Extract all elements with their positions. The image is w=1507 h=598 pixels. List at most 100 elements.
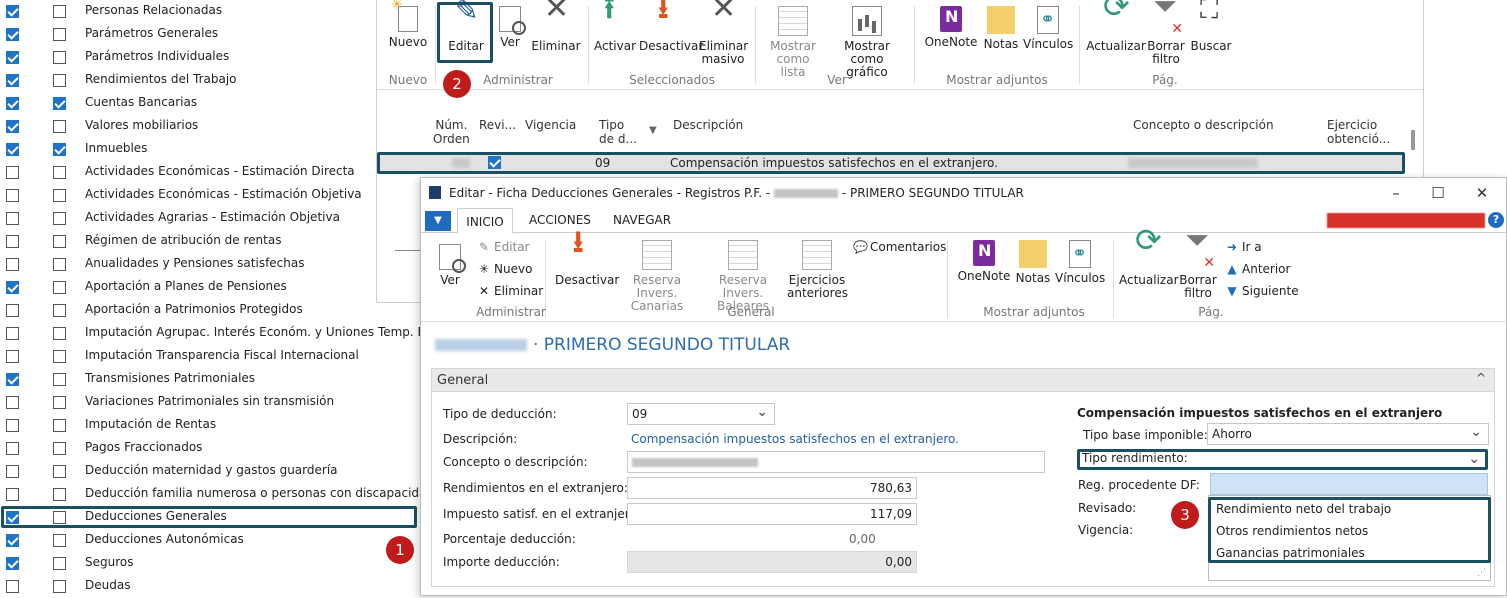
second-checkbox[interactable] <box>53 465 66 478</box>
include-checkbox[interactable] <box>6 143 19 156</box>
reg-df-field[interactable] <box>1210 473 1488 495</box>
search-button[interactable]: Buscar <box>1187 4 1235 53</box>
second-checkbox[interactable] <box>53 166 66 179</box>
list-item[interactable]: Imputación de Rentas <box>0 414 420 437</box>
new-button[interactable]: ✳ Nuevo <box>477 262 532 276</box>
include-checkbox[interactable] <box>6 465 19 478</box>
col-fiscal-year[interactable]: Ejercicio obtenció... <box>1327 118 1390 146</box>
delete-button[interactable]: Eliminar <box>529 2 583 53</box>
include-checkbox[interactable] <box>6 327 19 340</box>
list-item[interactable]: Cuentas Bancarias <box>0 92 420 115</box>
second-checkbox[interactable] <box>53 327 66 340</box>
include-checkbox[interactable] <box>6 419 19 432</box>
resize-grip-icon[interactable]: ⋰ <box>1477 568 1486 578</box>
include-checkbox[interactable] <box>6 5 19 18</box>
list-item[interactable]: Anualidades y Pensiones satisfechas <box>0 253 420 276</box>
include-checkbox[interactable] <box>6 557 19 570</box>
include-checkbox[interactable] <box>6 534 19 547</box>
sort-desc-icon[interactable]: ▼ <box>649 124 657 138</box>
list-item[interactable]: Inmuebles <box>0 138 420 161</box>
scrollbar-thumb[interactable] <box>1411 130 1415 150</box>
new-button[interactable]: Nuevo <box>385 0 431 49</box>
list-item[interactable]: Parámetros Generales <box>0 23 420 46</box>
list-item[interactable]: Deducción maternidad y gastos guardería <box>0 460 420 483</box>
list-item[interactable]: Rendimientos del Trabajo <box>0 69 420 92</box>
second-checkbox[interactable] <box>53 281 66 294</box>
second-checkbox[interactable] <box>53 235 66 248</box>
show-as-chart-button[interactable]: Mostrar como gráfico <box>827 6 907 79</box>
second-checkbox[interactable] <box>53 189 66 202</box>
activate-button[interactable]: Activar <box>593 2 637 53</box>
include-checkbox[interactable] <box>6 28 19 41</box>
second-checkbox[interactable] <box>53 74 66 87</box>
include-checkbox[interactable] <box>6 212 19 225</box>
list-item[interactable]: Deducción familia numerosa o personas co… <box>0 483 434 506</box>
close-button[interactable]: ✕ <box>1467 182 1497 204</box>
second-checkbox[interactable] <box>53 212 66 225</box>
reserve-baleares-button[interactable]: Reserva Invers. Baleares <box>703 240 783 313</box>
onenote-button[interactable]: OneNote <box>923 6 979 49</box>
second-checkbox[interactable] <box>53 373 66 386</box>
foreign-tax-input[interactable]: 117,09 <box>627 503 917 525</box>
include-checkbox[interactable] <box>6 373 19 386</box>
second-checkbox[interactable] <box>53 534 66 547</box>
collapse-icon[interactable]: ^ <box>1476 371 1486 385</box>
concept-input[interactable] <box>627 451 1045 473</box>
second-checkbox[interactable] <box>53 396 66 409</box>
col-description[interactable]: Descripción <box>673 118 743 132</box>
links-button[interactable]: Vínculos <box>1055 240 1105 285</box>
second-checkbox[interactable] <box>53 97 66 110</box>
notes-button[interactable]: Notas <box>1013 240 1053 285</box>
list-item[interactable]: Actividades Económicas - Estimación Obje… <box>0 184 420 207</box>
maximize-button[interactable]: ☐ <box>1423 182 1453 204</box>
include-checkbox[interactable] <box>6 235 19 248</box>
second-checkbox[interactable] <box>53 419 66 432</box>
second-checkbox[interactable] <box>53 120 66 133</box>
list-item[interactable]: Variaciones Patrimoniales sin transmisió… <box>0 391 420 414</box>
refresh-button[interactable]: Actualizar <box>1119 234 1179 287</box>
include-checkbox[interactable] <box>6 281 19 294</box>
deduction-type-select[interactable]: 09 <box>627 403 775 425</box>
include-checkbox[interactable] <box>6 304 19 317</box>
fasttab-general[interactable]: General ^ <box>431 368 1495 392</box>
include-checkbox[interactable] <box>6 258 19 271</box>
list-item[interactable]: Deudas <box>0 575 420 598</box>
clear-filter-button[interactable]: Borrar filtro <box>1179 234 1217 300</box>
list-item[interactable]: Imputación Agrupac. Interés Económ. y Un… <box>0 322 476 345</box>
refresh-button[interactable]: Actualizar <box>1085 0 1147 53</box>
include-checkbox[interactable] <box>6 51 19 64</box>
list-item[interactable]: Actividades Agrarias - Estimación Objeti… <box>0 207 420 230</box>
col-revised[interactable]: Revi... <box>479 118 516 132</box>
include-checkbox[interactable] <box>6 189 19 202</box>
second-checkbox[interactable] <box>53 488 66 501</box>
onenote-button[interactable]: OneNote <box>957 240 1011 283</box>
links-button[interactable]: Vínculos <box>1023 6 1073 51</box>
col-validity[interactable]: Vigencia <box>525 118 576 132</box>
reserve-canarias-button[interactable]: Reserva Invers. Canarias <box>617 240 697 313</box>
list-item[interactable]: Personas Relacionadas <box>0 0 420 23</box>
include-checkbox[interactable] <box>6 74 19 87</box>
foreign-income-input[interactable]: 780,63 <box>627 477 917 499</box>
delete-button[interactable]: ✕ Eliminar <box>477 284 543 298</box>
goto-button[interactable]: ➜ Ir a <box>1225 240 1262 254</box>
notes-button[interactable]: Notas <box>981 6 1021 51</box>
show-as-list-button[interactable]: Mostrar como lista <box>763 6 823 79</box>
second-checkbox[interactable] <box>53 5 66 18</box>
include-checkbox[interactable] <box>6 580 19 593</box>
deactivate-button[interactable]: Desactivar <box>555 236 619 287</box>
deactivate-button[interactable]: Desactivar <box>639 2 703 53</box>
previous-years-button[interactable]: Ejercicios anteriores <box>787 240 848 300</box>
tab-inicio[interactable]: INICIO <box>457 208 513 234</box>
col-num-order[interactable]: Núm. Orden <box>433 118 470 146</box>
include-checkbox[interactable] <box>6 120 19 133</box>
list-item[interactable]: Valores mobiliarios <box>0 115 420 138</box>
second-checkbox[interactable] <box>53 28 66 41</box>
list-item[interactable]: Parámetros Individuales <box>0 46 420 69</box>
list-item[interactable]: Transmisiones Patrimoniales <box>0 368 420 391</box>
comments-button[interactable]: 💬 Comentarios <box>853 240 946 254</box>
include-checkbox[interactable] <box>6 396 19 409</box>
col-type[interactable]: Tipo de d... <box>599 118 637 146</box>
second-checkbox[interactable] <box>53 557 66 570</box>
second-checkbox[interactable] <box>53 442 66 455</box>
revised-checkbox[interactable] <box>488 156 501 169</box>
